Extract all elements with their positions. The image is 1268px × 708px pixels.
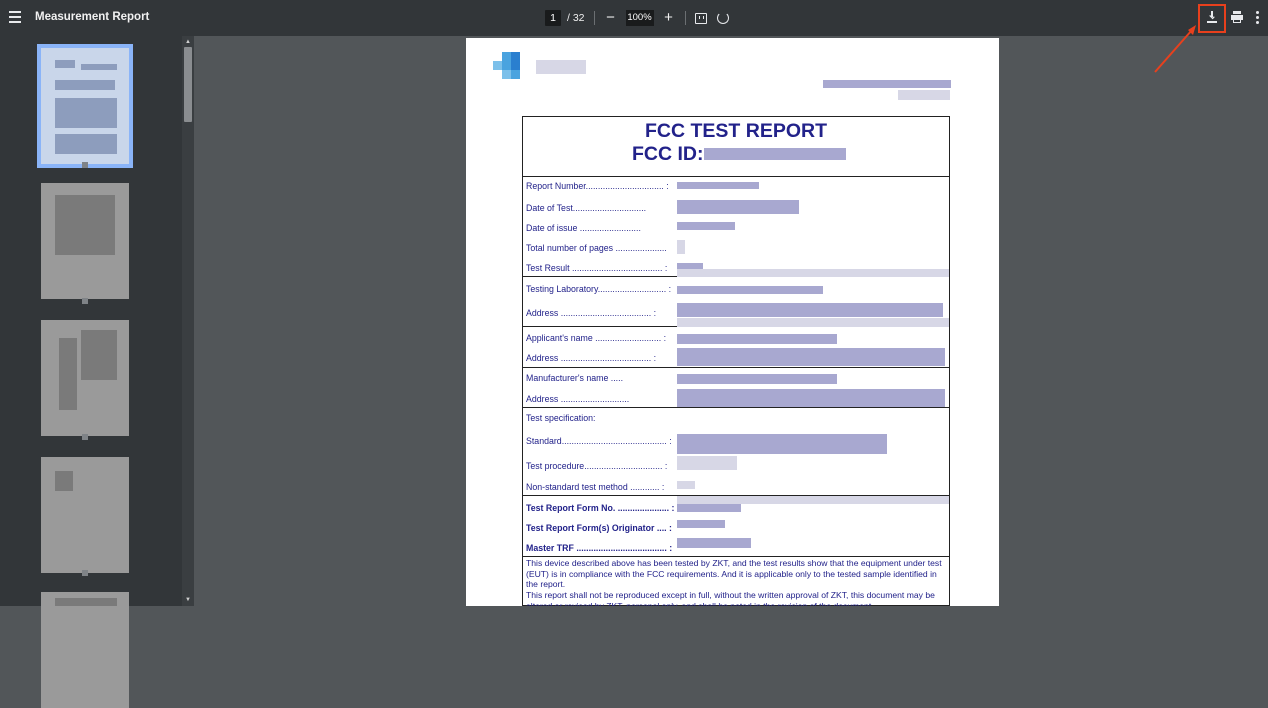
redacted-value [677, 334, 837, 344]
thumbnail-divider [82, 570, 88, 576]
table-divider [522, 367, 950, 368]
field-label: Test procedure..........................… [526, 461, 668, 471]
thumbnail-divider [82, 162, 88, 168]
zoom-out-button[interactable]: − [604, 10, 618, 26]
scroll-up-icon[interactable]: ▲ [185, 39, 191, 45]
scroll-down-icon[interactable]: ▼ [185, 597, 191, 603]
redacted-value [677, 286, 823, 294]
thumbnail-divider [82, 434, 88, 440]
field-label-bold: Test Report Form(s) Originator .... : [526, 523, 672, 533]
field-label: Report Number...........................… [526, 181, 669, 191]
redacted-value [677, 481, 695, 489]
redacted-fcc-id [704, 148, 846, 160]
field-label: Address ............................ [526, 394, 630, 404]
document-title: Measurement Report [35, 11, 150, 23]
more-options-icon[interactable] [1256, 11, 1260, 25]
pdf-page: FCC TEST REPORT FCC ID: Report Number...… [466, 38, 999, 606]
redacted-value [677, 504, 741, 512]
redacted-value [677, 269, 949, 277]
page-total: / 32 [567, 12, 585, 24]
table-divider [522, 407, 950, 408]
reproduction-paragraph: This report shall not be reproduced exce… [526, 590, 935, 606]
fit-to-page-icon[interactable] [694, 12, 707, 24]
menu-icon[interactable] [7, 8, 23, 28]
thumbnail-page-5[interactable] [41, 592, 129, 708]
field-label: Date of Test............................… [526, 203, 647, 213]
divider [684, 11, 686, 25]
redacted-value [677, 200, 799, 214]
redacted-text [898, 90, 950, 100]
download-icon[interactable] [1207, 11, 1217, 23]
field-label: Total number of pages ..................… [526, 243, 667, 253]
page-number-input[interactable]: 1 [545, 10, 561, 26]
page-zoom-controls: 1 / 32 − 100% + [545, 9, 729, 27]
thumbnail-page-4[interactable] [41, 457, 129, 573]
field-label: Address ................................… [526, 308, 657, 318]
print-icon[interactable] [1231, 11, 1243, 23]
field-label: Date of issue ......................... [526, 223, 641, 233]
field-label: Standard................................… [526, 436, 672, 446]
field-label: Address ................................… [526, 353, 657, 363]
redacted-value [677, 318, 949, 327]
redacted-value [677, 496, 949, 504]
redacted-value [677, 222, 735, 230]
redacted-value [677, 348, 945, 366]
field-label-bold: Test Report Form No. ...................… [526, 503, 675, 513]
redacted-value [677, 182, 759, 189]
field-label: Testing Laboratory......................… [526, 284, 672, 294]
thumbnail-page-1[interactable] [37, 44, 133, 168]
redacted-value [677, 389, 945, 407]
thumbnail-divider [82, 298, 88, 304]
field-label: Non-standard test method ............ : [526, 482, 665, 492]
divider [593, 11, 595, 25]
redacted-value [677, 456, 737, 470]
redacted-value [677, 303, 943, 317]
company-logo [493, 52, 529, 88]
field-label: Applicant's name .......................… [526, 333, 667, 343]
fcc-id-label: FCC ID: [632, 143, 704, 165]
rotate-icon[interactable] [716, 12, 729, 24]
redacted-text [823, 80, 951, 88]
zoom-level-input[interactable]: 100% [625, 10, 654, 26]
redacted-value [677, 240, 685, 254]
scrollbar-thumb[interactable] [184, 47, 192, 122]
compliance-paragraph: This device described above has been tes… [526, 558, 942, 589]
table-divider [522, 176, 950, 177]
redacted-value [677, 374, 837, 384]
annotation-arrow-icon [1154, 25, 1196, 73]
report-title: FCC TEST REPORT [644, 120, 827, 142]
redacted-value [677, 434, 887, 454]
field-label-bold: Master TRF .............................… [526, 543, 673, 553]
redacted-text [536, 60, 586, 74]
thumbnail-page-3[interactable] [41, 320, 129, 436]
redacted-value [677, 520, 725, 528]
field-label: Test Result ............................… [526, 263, 668, 273]
field-label: Test specification: [526, 413, 596, 423]
table-divider [522, 556, 950, 557]
redacted-value [677, 538, 751, 548]
field-label: Manufacturer's name ..... [526, 373, 624, 383]
thumbnail-page-2[interactable] [41, 183, 129, 299]
pdf-toolbar: Measurement Report 1 / 32 − 100% + [0, 0, 1268, 36]
thumbnail-sidebar [0, 36, 194, 708]
zoom-in-button[interactable]: + [662, 10, 676, 26]
